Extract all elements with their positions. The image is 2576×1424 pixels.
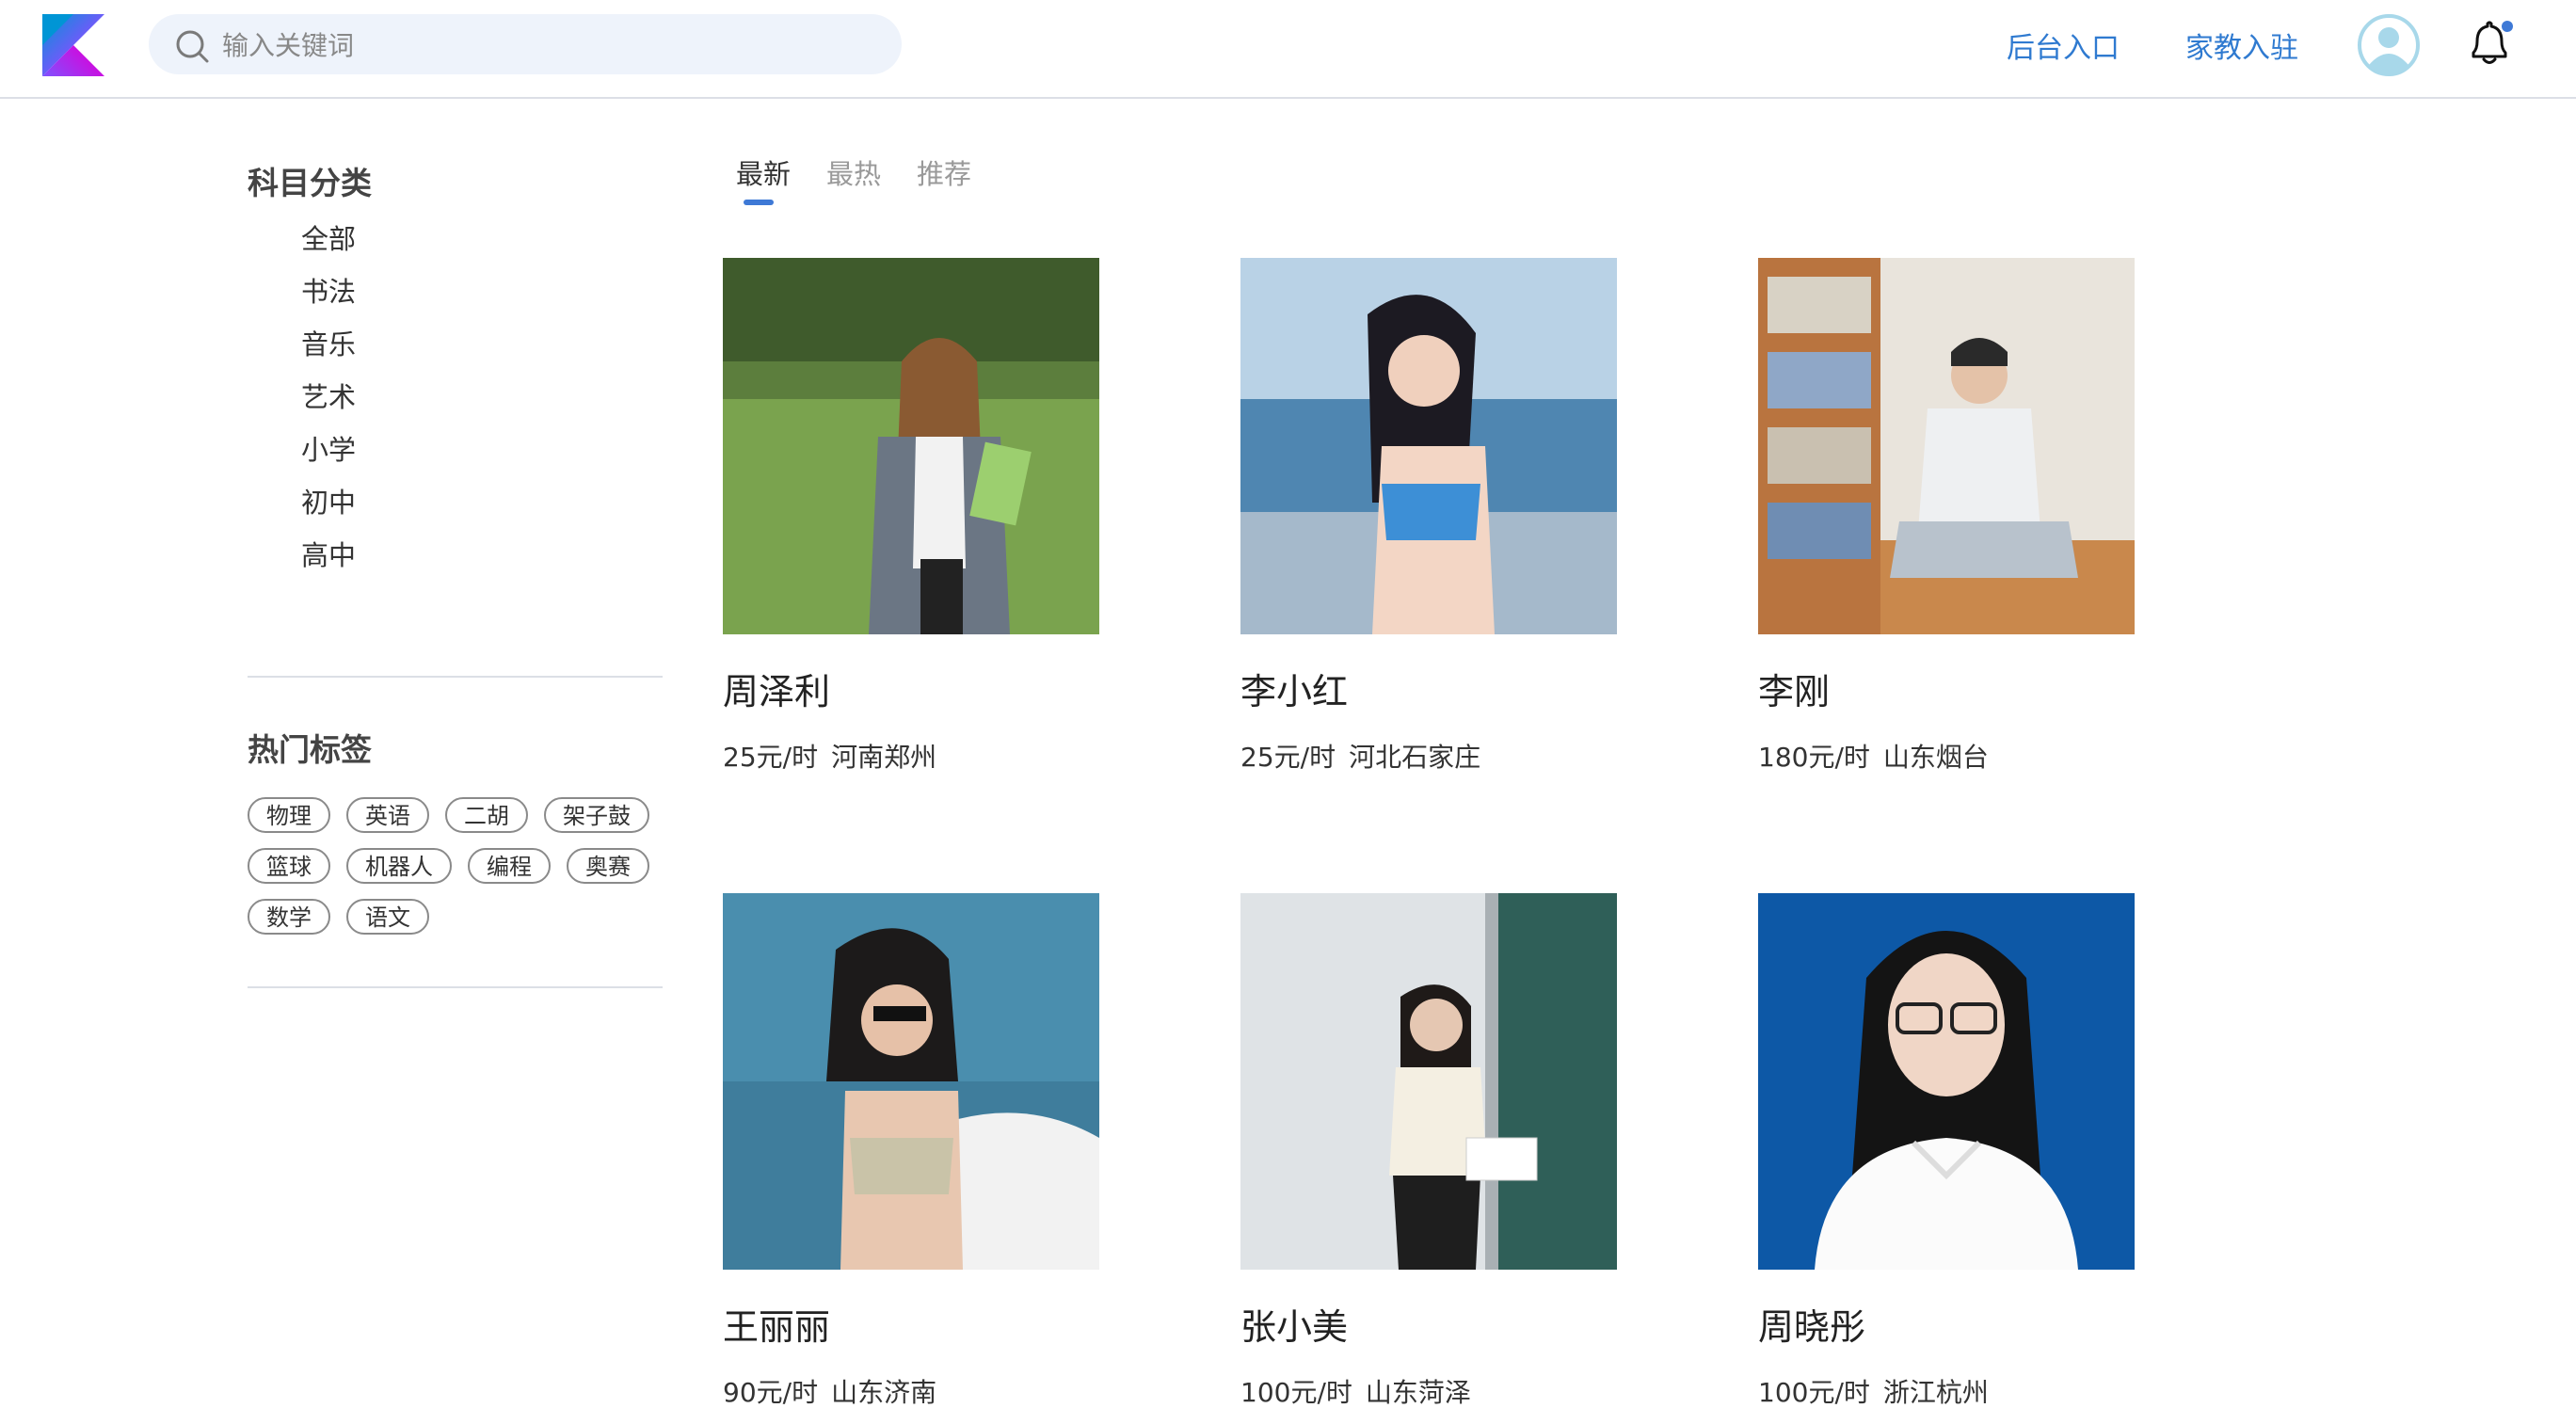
tag-physics[interactable]: 物理 [248,797,330,833]
sidebar-divider [248,676,663,678]
bell-icon[interactable] [2466,19,2513,68]
tag-math[interactable]: 数学 [248,899,330,935]
tutor-card[interactable]: 李小红 25元/时 河北石家庄 [1240,258,1617,775]
category-item-junior-high[interactable]: 初中 [301,482,356,535]
tutor-join-link[interactable]: 家教入驻 [2185,24,2298,66]
tutor-name[interactable]: 李刚 [1758,663,2135,714]
tutor-photo[interactable] [723,893,1099,1270]
tutor-name[interactable]: 王丽丽 [723,1298,1099,1350]
tag-chinese[interactable]: 语文 [346,899,429,935]
tutor-name[interactable]: 周泽利 [723,663,1099,714]
tag-programming[interactable]: 编程 [468,848,551,884]
tutor-price: 90元/时 [723,1377,819,1408]
kotlin-logo[interactable] [42,14,104,76]
category-item-calligraphy[interactable]: 书法 [301,271,356,324]
category-item-art[interactable]: 艺术 [301,376,356,429]
tutor-meta: 90元/时 山东济南 [723,1372,1099,1410]
tag-basketball[interactable]: 篮球 [248,848,330,884]
tutor-location: 山东烟台 [1882,742,1989,773]
hot-tags: 物理 英语 二胡 架子鼓 篮球 机器人 编程 奥赛 数学 语文 [248,797,662,950]
tab-hottest[interactable]: 最热 [826,152,881,192]
tutor-photo[interactable] [1240,258,1617,634]
tutor-photo[interactable] [1758,893,2135,1270]
tutor-photo[interactable] [723,258,1099,634]
tutor-location: 河南郑州 [831,742,937,773]
tutor-location: 山东济南 [831,1377,937,1408]
tutor-name[interactable]: 张小美 [1240,1298,1617,1350]
tutor-meta: 100元/时 山东菏泽 [1240,1372,1617,1410]
category-item-primary[interactable]: 小学 [301,429,356,482]
tutor-location: 山东菏泽 [1365,1377,1471,1408]
tutor-location: 浙江杭州 [1882,1377,1989,1408]
category-item-all[interactable]: 全部 [301,218,356,271]
sidebar-divider-bottom [248,986,663,988]
tutor-price: 100元/时 [1240,1377,1352,1408]
category-title: 科目分类 [248,165,372,201]
tutor-meta: 180元/时 山东烟台 [1758,737,2135,775]
category-item-senior-high[interactable]: 高中 [301,535,356,587]
admin-entry-link[interactable]: 后台入口 [2007,24,2120,66]
tutor-photo[interactable] [1758,258,2135,634]
tutor-price: 25元/时 [1240,742,1336,773]
hot-tags-title: 热门标签 [248,731,372,768]
tag-robotics[interactable]: 机器人 [346,848,452,884]
tag-english[interactable]: 英语 [346,797,429,833]
tutor-card[interactable]: 张小美 100元/时 山东菏泽 [1240,893,1617,1410]
tag-erhu[interactable]: 二胡 [445,797,528,833]
tutor-name[interactable]: 李小红 [1240,663,1617,714]
tab-recommended[interactable]: 推荐 [917,152,971,192]
tutor-meta: 100元/时 浙江杭州 [1758,1372,2135,1410]
tutor-card[interactable]: 周泽利 25元/时 河南郑州 [723,258,1099,775]
top-header: 后台入口 家教入驻 [0,0,2576,99]
tutor-card[interactable]: 王丽丽 90元/时 山东济南 [723,893,1099,1410]
tag-olympiad[interactable]: 奥赛 [567,848,649,884]
tutor-photo[interactable] [1240,893,1617,1270]
sort-tabs: 最新 最热 推荐 [736,152,1007,205]
tutor-location: 河北石家庄 [1349,742,1481,773]
tutor-price: 180元/时 [1758,742,1870,773]
tutor-price: 25元/时 [723,742,819,773]
search-bar[interactable] [149,14,902,76]
notification-dot [2502,21,2513,32]
tag-drums[interactable]: 架子鼓 [544,797,649,833]
tutor-name[interactable]: 周晓彤 [1758,1298,2135,1350]
category-list: 全部 书法 音乐 艺术 小学 初中 高中 [301,218,356,587]
category-item-music[interactable]: 音乐 [301,324,356,376]
tutor-price: 100元/时 [1758,1377,1870,1408]
tutor-meta: 25元/时 河北石家庄 [1240,737,1617,775]
user-avatar-icon[interactable] [2358,14,2420,76]
search-input[interactable] [220,14,883,76]
tutor-card[interactable]: 李刚 180元/时 山东烟台 [1758,258,2135,775]
search-icon[interactable] [173,27,211,65]
tutor-card[interactable]: 周晓彤 100元/时 浙江杭州 [1758,893,2135,1410]
tutor-meta: 25元/时 河南郑州 [723,737,1099,775]
tab-latest[interactable]: 最新 [736,152,791,205]
